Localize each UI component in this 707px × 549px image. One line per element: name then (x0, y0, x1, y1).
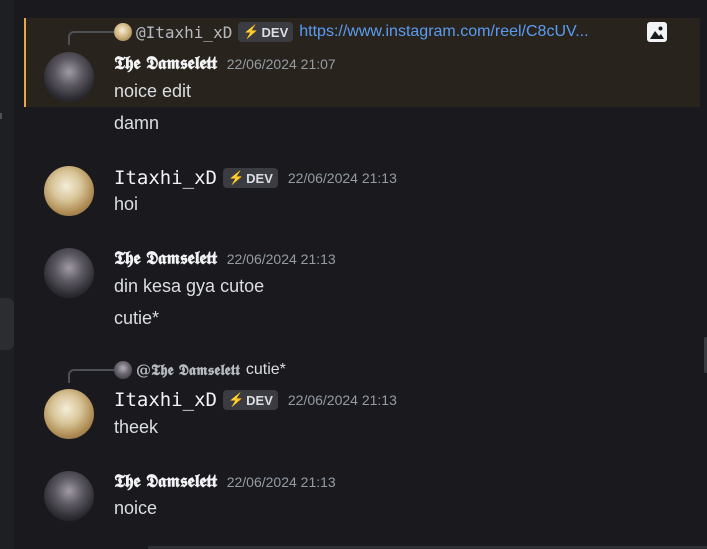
message-group[interactable]: @Itaxhi_xD ⚡ DEV https://www.instagram.co… (24, 18, 700, 107)
author-name[interactable]: Itaxhi_xD (114, 167, 217, 189)
chat-window: @Itaxhi_xD ⚡ DEV https://www.instagram.co… (0, 0, 707, 549)
message-timestamp[interactable]: 22/06/2024 21:13 (288, 170, 397, 186)
message-timestamp[interactable]: 22/06/2024 21:13 (227, 251, 336, 267)
server-sidebar-edge (0, 0, 14, 549)
itaxhi-avatar[interactable] (44, 166, 94, 216)
lightning-bolt-icon: ⚡ (227, 170, 245, 185)
author-name[interactable]: Itaxhi_xD (114, 389, 217, 411)
message-text: cutie* (114, 308, 160, 328)
damselett-avatar[interactable] (44, 471, 94, 521)
dev-badge: ⚡ DEV (222, 390, 278, 410)
message-text: noice (114, 498, 158, 518)
author-name[interactable]: 𝕿𝖍𝖊 𝕯𝖆𝖒𝖘𝖊𝖑𝖊𝖙𝖙 (114, 53, 217, 74)
reply-preview[interactable]: @Itaxhi_xD ⚡ DEV https://www.instagram.co… (114, 21, 589, 43)
badge-label: DEV (261, 24, 289, 40)
reply-link[interactable]: https://www.instagram.com/reel/C8cUV... (299, 23, 588, 41)
message-text: noice edit (114, 81, 192, 101)
image-icon[interactable] (647, 22, 667, 42)
message-header: 𝕿𝖍𝖊 𝕯𝖆𝖒𝖘𝖊𝖑𝖊𝖙𝖙 22/06/2024 21:13 (114, 248, 336, 269)
message-timestamp[interactable]: 22/06/2024 21:13 (227, 474, 336, 490)
reply-text[interactable]: cutie* (246, 361, 286, 379)
message-text: hoi (114, 194, 139, 214)
damselett-avatar[interactable] (114, 361, 132, 379)
message-list: @Itaxhi_xD ⚡ DEV https://www.instagram.co… (24, 0, 707, 549)
author-name[interactable]: 𝕿𝖍𝖊 𝕯𝖆𝖒𝖘𝖊𝖑𝖊𝖙𝖙 (114, 248, 217, 269)
badge-label: DEV (246, 392, 273, 408)
message-header: Itaxhi_xD ⚡ DEV 22/06/2024 21:13 (114, 389, 397, 411)
message-timestamp[interactable]: 22/06/2024 21:07 (227, 56, 336, 72)
reply-connector (68, 31, 114, 45)
reply-author[interactable]: @Itaxhi_xD (136, 23, 232, 42)
message-timestamp[interactable]: 22/06/2024 21:13 (288, 392, 397, 408)
dev-badge: ⚡ DEV (238, 22, 294, 42)
message-text: damn (114, 113, 160, 133)
author-name[interactable]: 𝕿𝖍𝖊 𝕯𝖆𝖒𝖘𝖊𝖑𝖊𝖙𝖙 (114, 471, 217, 492)
damselett-avatar[interactable] (44, 52, 94, 102)
damselett-avatar[interactable] (44, 248, 94, 298)
lightning-bolt-icon: ⚡ (243, 24, 260, 39)
reply-connector (68, 369, 114, 383)
dev-badge: ⚡ DEV (222, 168, 278, 188)
sidebar-item-selected[interactable] (0, 298, 14, 350)
sidebar-divider (0, 113, 2, 119)
reply-author[interactable]: @𝕿𝖍𝖊 𝕯𝖆𝖒𝖘𝖊𝖑𝖊𝖙𝖙 (136, 361, 240, 379)
message-text: theek (114, 417, 159, 437)
itaxhi-avatar[interactable] (44, 389, 94, 439)
lightning-bolt-icon: ⚡ (227, 392, 245, 407)
message-header: 𝕿𝖍𝖊 𝕯𝖆𝖒𝖘𝖊𝖑𝖊𝖙𝖙 22/06/2024 21:07 (114, 53, 336, 74)
message-header: Itaxhi_xD ⚡ DEV 22/06/2024 21:13 (114, 167, 397, 189)
message-header: 𝕿𝖍𝖊 𝕯𝖆𝖒𝖘𝖊𝖑𝖊𝖙𝖙 22/06/2024 21:13 (114, 471, 336, 492)
reply-preview[interactable]: @𝕿𝖍𝖊 𝕯𝖆𝖒𝖘𝖊𝖑𝖊𝖙𝖙 cutie* (114, 359, 286, 381)
message-text: din kesa gya cutoe (114, 276, 265, 296)
itaxhi-avatar[interactable] (114, 23, 132, 41)
badge-label: DEV (246, 170, 273, 186)
